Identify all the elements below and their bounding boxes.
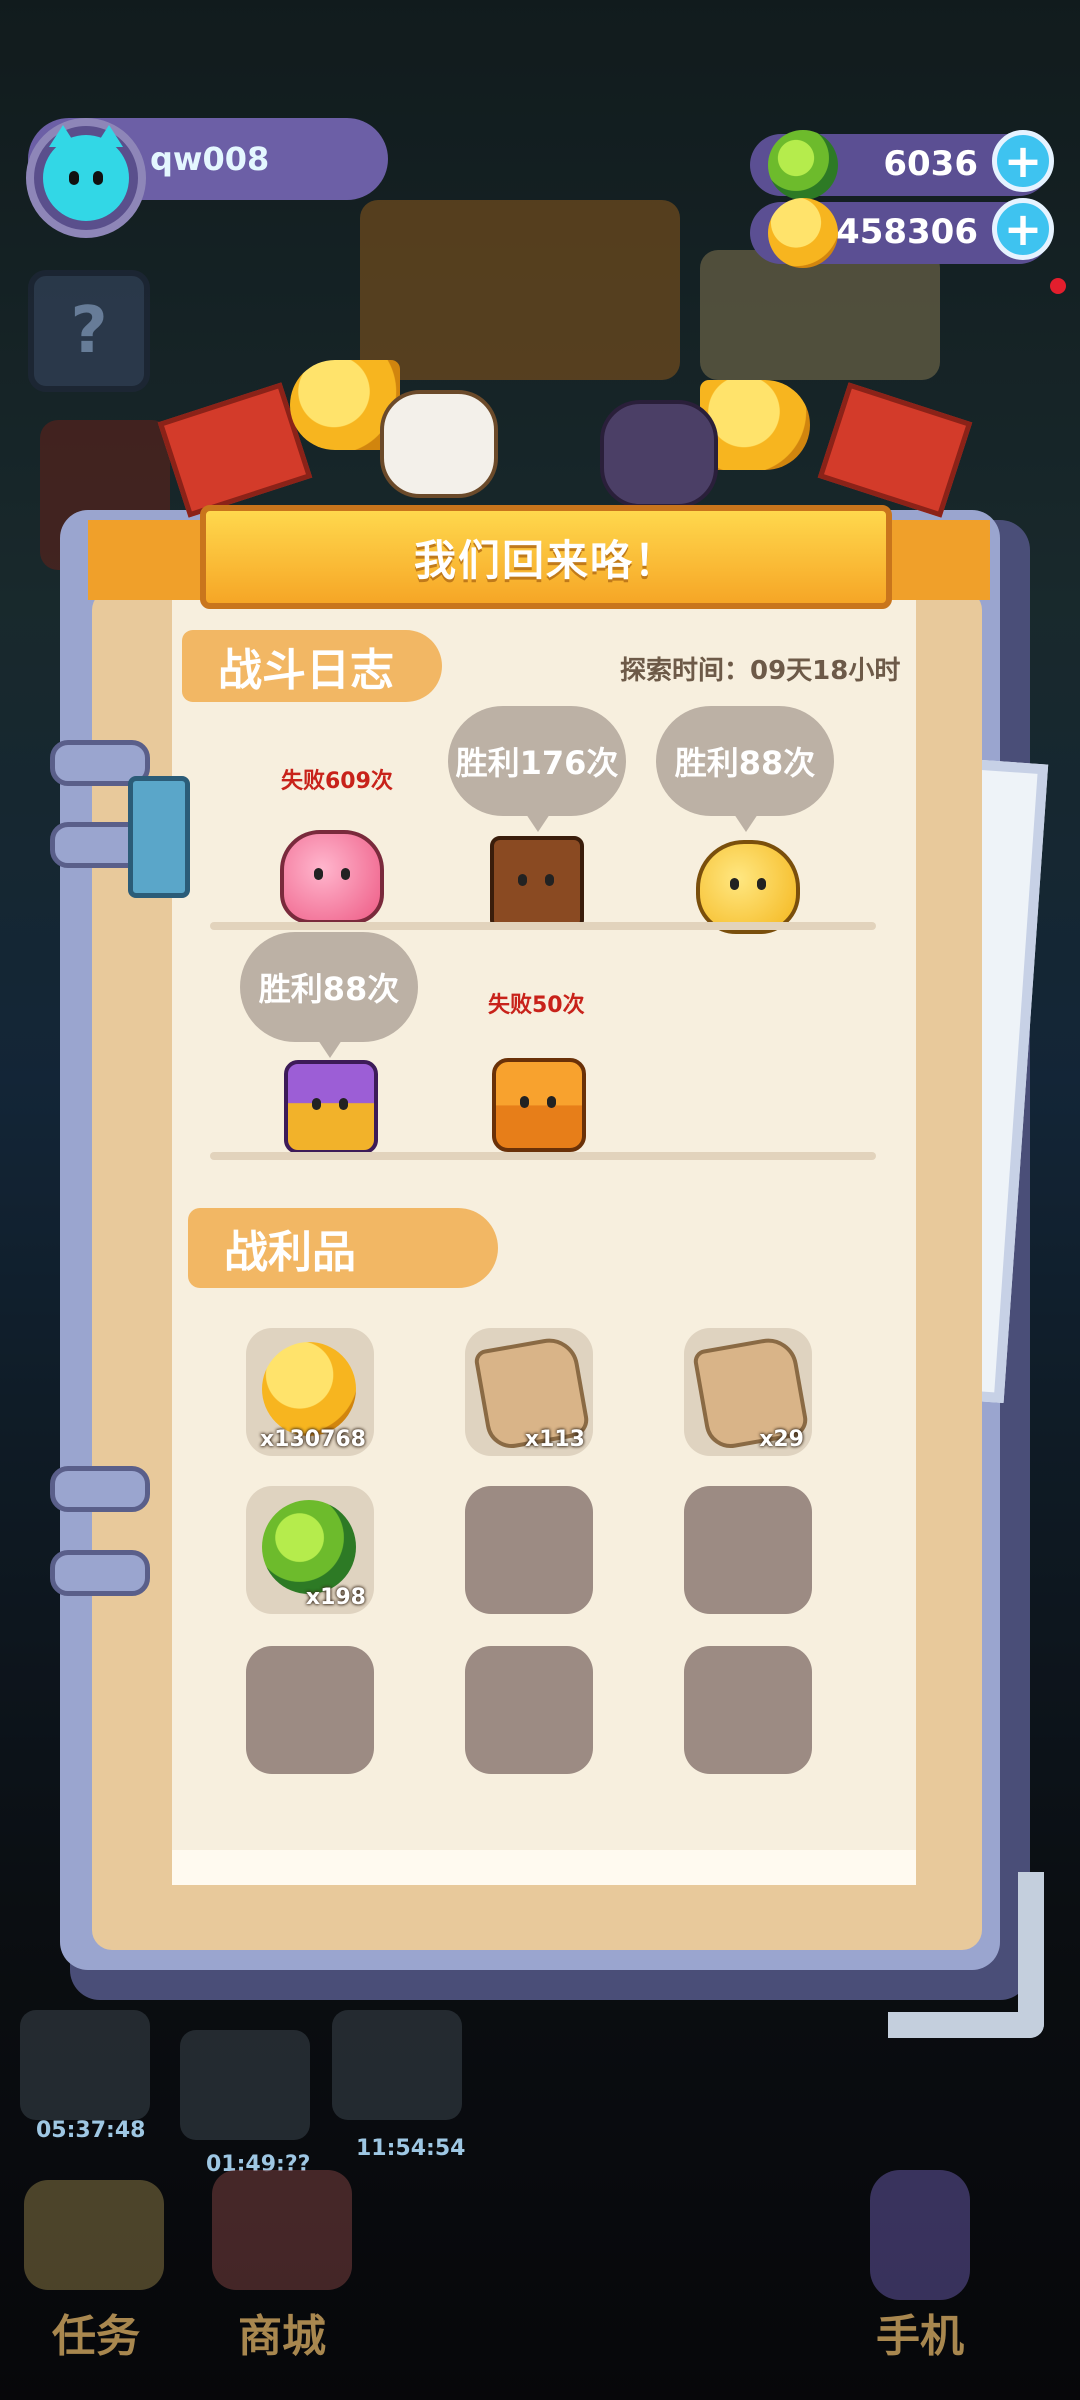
empty-loot-slot — [684, 1486, 812, 1614]
loot-qty: x113 — [524, 1427, 585, 1452]
wooden-box-monster-icon — [490, 836, 584, 930]
loot-qty: x198 — [305, 1585, 366, 1610]
page-bottom-strip — [172, 1850, 916, 1885]
green-gem-icon — [262, 1500, 356, 1594]
loot-slot[interactable]: x29 — [684, 1328, 812, 1456]
loot-title: 战利品 — [224, 1227, 356, 1278]
green-gem-icon — [768, 130, 838, 200]
username: qw008 — [150, 140, 270, 178]
battle-result-win: 胜利176次 — [455, 744, 619, 782]
battle-result-win: 胜利88次 — [258, 970, 400, 1008]
loot-slot[interactable]: x198 — [246, 1486, 374, 1614]
dialog-title: 我们回来咯！ — [413, 535, 678, 585]
cat-avatar-icon — [43, 125, 129, 221]
yellow-blob-monster-icon — [696, 840, 800, 934]
empty-loot-slot — [684, 1646, 812, 1774]
nav-tasks-label[interactable]: 任务 — [52, 2300, 140, 2364]
loot-slot[interactable]: x113 — [465, 1328, 593, 1456]
banner-tail — [88, 520, 208, 600]
nav-shop-label[interactable]: 商城 — [238, 2300, 326, 2364]
empty-loot-slot — [465, 1486, 593, 1614]
battle-result-bubble: 胜利176次 — [448, 706, 626, 832]
shelf-line — [210, 1152, 876, 1160]
orange-crown-chest-monster-icon — [492, 1058, 586, 1152]
gem-count: 6036 — [883, 144, 978, 184]
empty-loot-slot — [246, 1646, 374, 1774]
loot-qty: x29 — [759, 1427, 804, 1452]
binder-ring — [50, 1550, 150, 1596]
loot-qty: x130768 — [259, 1427, 366, 1452]
cat-trumpeter-icon — [380, 390, 498, 498]
avatar[interactable] — [26, 118, 146, 238]
gold-coin-icon — [768, 198, 838, 268]
add-coins-button[interactable]: + — [992, 198, 1054, 260]
shelf-line — [210, 922, 876, 930]
phone-icon[interactable] — [870, 2170, 970, 2300]
binder-ring — [50, 1466, 150, 1512]
battle-result-bubble: 胜利88次 — [656, 706, 834, 832]
task-timer-slot — [332, 2010, 462, 2120]
cat-trumpeter-icon — [600, 400, 718, 508]
explore-time: 探索时间：09天18小时 — [620, 656, 901, 686]
battle-result-win: 胜利88次 — [674, 744, 816, 782]
pink-blob-monster-icon — [280, 830, 384, 924]
task-timer-slot — [180, 2030, 310, 2140]
timer-text: 05:37:48 — [36, 2118, 146, 2143]
empty-loot-slot — [465, 1646, 593, 1774]
battle-log-title: 战斗日志 — [218, 645, 394, 696]
battle-log-header: 战斗日志 — [182, 630, 442, 702]
nav-phone-label[interactable]: 手机 — [876, 2300, 964, 2364]
purple-chest-monster-icon — [284, 1060, 378, 1154]
question-mark-icon: ? — [70, 294, 108, 368]
battle-result-fail: 失败50次 — [488, 993, 585, 1018]
corner-bracket — [888, 1872, 1044, 2038]
timer-text: 11:54:54 — [356, 2136, 466, 2161]
gold-coin-icon — [262, 1342, 356, 1436]
help-button[interactable]: ? — [28, 270, 150, 392]
notification-dot — [1050, 278, 1066, 294]
task-book-icon[interactable] — [24, 2180, 164, 2290]
battle-result-fail: 失败609次 — [281, 769, 393, 794]
loot-slot[interactable]: x130768 — [246, 1328, 374, 1456]
loot-header: 战利品 — [188, 1208, 498, 1288]
paper-clip-icon — [128, 776, 190, 898]
battle-result-bubble: 胜利88次 — [240, 932, 418, 1058]
shop-house-icon[interactable] — [212, 2170, 352, 2290]
title-banner: 我们回来咯！ — [200, 505, 892, 609]
add-gems-button[interactable]: + — [992, 130, 1054, 192]
task-timer-slot — [20, 2010, 150, 2120]
